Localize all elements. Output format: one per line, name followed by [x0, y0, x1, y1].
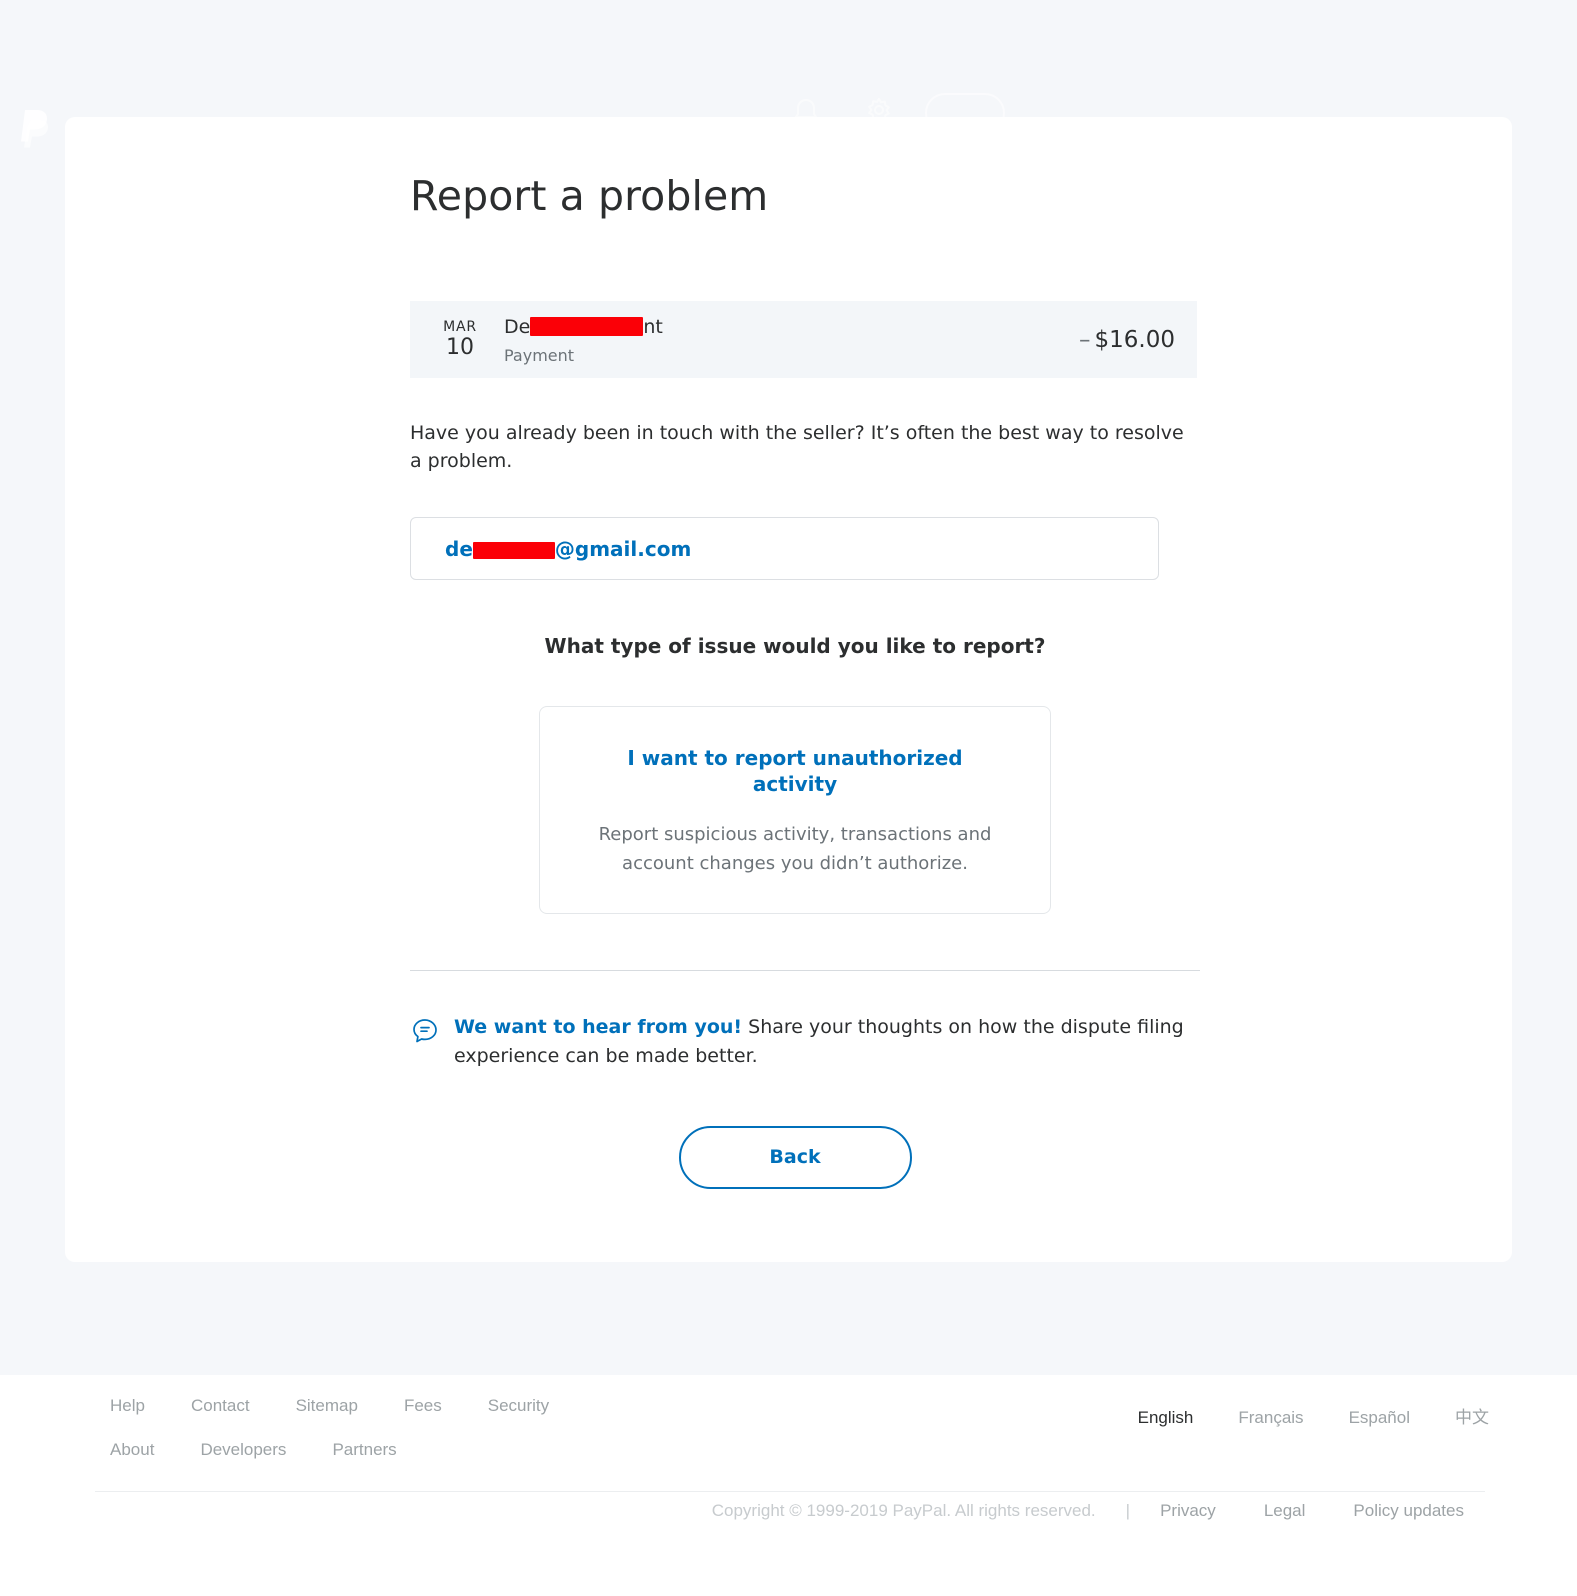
feedback-text: We want to hear from you! Share your tho…: [454, 1013, 1200, 1072]
transaction-type: Payment: [504, 345, 575, 365]
language-espanol[interactable]: Español: [1349, 1408, 1410, 1428]
card-content: Report a problem MAR 10 De nt Payment – $1…: [410, 117, 1200, 1189]
email-suffix: @gmail.com: [554, 536, 692, 561]
language-english[interactable]: English: [1138, 1408, 1194, 1428]
option-unauthorized-activity[interactable]: I want to report unauthorized activity R…: [539, 706, 1051, 914]
footer-link-sitemap[interactable]: Sitemap: [296, 1397, 358, 1414]
transaction-month: MAR: [443, 318, 477, 335]
footer-separator: |: [1125, 1501, 1131, 1520]
feedback-link[interactable]: We want to hear from you!: [454, 1016, 742, 1038]
background-header: [0, 0, 1577, 148]
amount-sign: –: [1079, 326, 1091, 353]
footer-link-security[interactable]: Security: [488, 1397, 549, 1414]
footer-link-partners[interactable]: Partners: [332, 1441, 396, 1458]
footer-link-about[interactable]: About: [110, 1441, 154, 1458]
footer-link-policy-updates[interactable]: Policy updates: [1353, 1501, 1464, 1521]
issue-type-question: What type of issue would you like to rep…: [544, 634, 1046, 659]
feedback-banner: We want to hear from you! Share your tho…: [410, 1013, 1200, 1072]
paypal-logo-icon: [18, 108, 52, 150]
email-prefix: de: [445, 536, 473, 561]
seller-email-box[interactable]: de @gmail.com: [410, 517, 1159, 581]
footer-link-help[interactable]: Help: [110, 1397, 145, 1414]
footer-link-privacy[interactable]: Privacy: [1160, 1501, 1216, 1521]
language-francais[interactable]: Français: [1238, 1408, 1303, 1428]
chat-bubble-icon: [410, 1016, 440, 1046]
language-selector: English Français Español 中文: [1093, 1403, 1489, 1428]
footer-link-fees[interactable]: Fees: [404, 1397, 442, 1414]
footer-bottom: Copyright © 1999-2019 PayPal. All rights…: [0, 1501, 1577, 1521]
footer-link-developers[interactable]: Developers: [200, 1441, 286, 1458]
merchant-suffix: nt: [643, 316, 663, 339]
footer-link-legal[interactable]: Legal: [1264, 1501, 1306, 1521]
page-root: Report a problem MAR 10 De nt Payment – $1…: [0, 0, 1577, 1596]
amount-value: $16.00: [1094, 326, 1175, 353]
issue-options-list: I want to report unauthorized activity R…: [410, 706, 1180, 914]
redaction-bar-email: [472, 541, 555, 559]
seller-email-link[interactable]: de @gmail.com: [445, 537, 691, 561]
back-button[interactable]: Back: [678, 1125, 912, 1189]
language-chinese[interactable]: 中文: [1455, 1403, 1489, 1428]
option-title: I want to report unauthorized activity: [627, 746, 963, 797]
button-row: Back: [410, 1125, 1180, 1189]
section-divider: [410, 969, 1200, 971]
footer-divider: [95, 1491, 1485, 1492]
transaction-merchant: De nt: [504, 314, 1079, 340]
merchant-prefix: De: [504, 316, 531, 339]
option-description: Report suspicious activity, transactions…: [598, 824, 992, 875]
footer-top: Help Contact Sitemap Fees Security About…: [0, 1375, 1577, 1492]
transaction-amount: – $16.00: [1079, 327, 1175, 353]
transaction-date: MAR 10: [436, 319, 484, 360]
copyright-text: Copyright © 1999-2019 PayPal. All rights…: [711, 1501, 1096, 1520]
seller-contact-question: Have you already been in touch with the …: [410, 422, 1184, 472]
transaction-details: De nt Payment: [504, 314, 1079, 365]
footer-links-row2: About Developers Partners: [110, 1441, 730, 1485]
page-title: Report a problem: [410, 172, 769, 220]
transaction-day: 10: [446, 335, 474, 361]
footer-links: Help Contact Sitemap Fees Security About…: [110, 1397, 730, 1485]
main-card: Report a problem MAR 10 De nt Payment – $1…: [65, 117, 1512, 1262]
redaction-bar-merchant: [530, 317, 644, 337]
page-footer: Help Contact Sitemap Fees Security About…: [0, 1375, 1577, 1596]
transaction-row: MAR 10 De nt Payment – $16.00: [410, 301, 1197, 379]
footer-link-contact[interactable]: Contact: [191, 1397, 250, 1414]
